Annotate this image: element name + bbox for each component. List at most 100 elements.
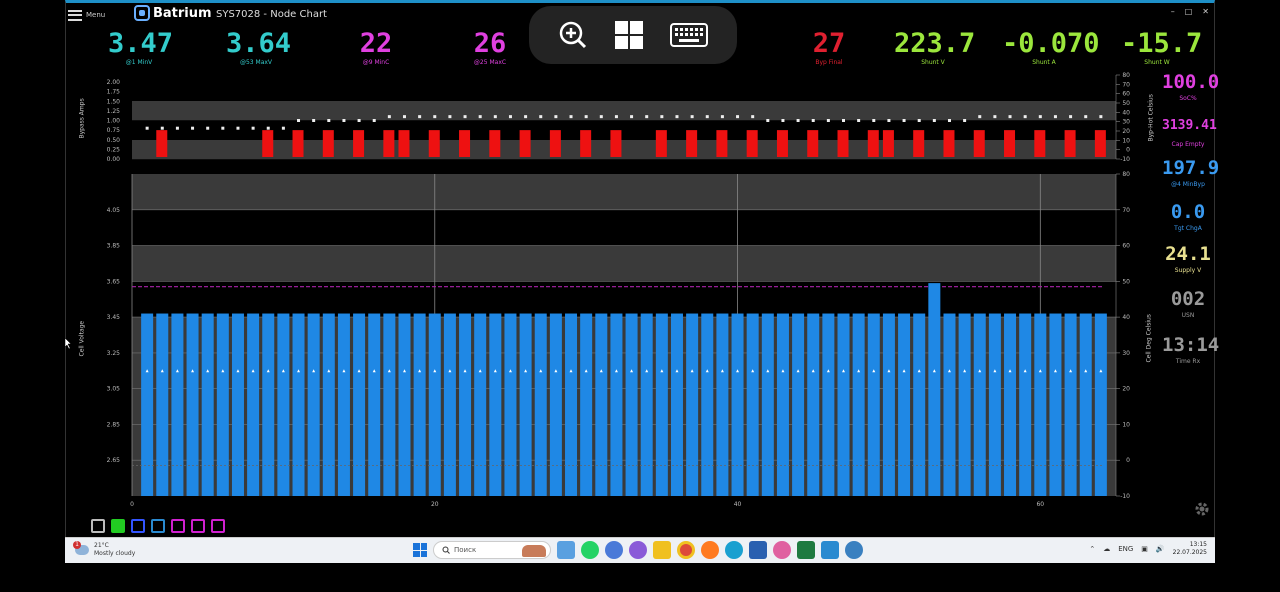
cell-voltage-bar-31: [595, 313, 608, 496]
cell-voltage-bar-42: [761, 313, 774, 496]
language-indicator[interactable]: ENG: [1118, 545, 1133, 553]
cell-voltage-bar-59: [1019, 313, 1032, 496]
cell-voltage-bar-34: [640, 313, 653, 496]
batrium-app-icon[interactable]: [653, 541, 671, 559]
gear-small-icon[interactable]: [131, 519, 145, 533]
cell-view-icon[interactable]: [91, 519, 105, 533]
bypass-rtick-1: 70: [1122, 81, 1130, 88]
edge-icon[interactable]: [725, 541, 743, 559]
bypass-amp-dot-12: [312, 119, 316, 122]
network-icon[interactable]: ▣: [1141, 545, 1148, 553]
voltage-ytick-6: 2.85: [107, 421, 121, 428]
bypass-amp-dot-48: [857, 119, 861, 122]
bypass-bar-cell-52: [913, 130, 925, 157]
mouse-cursor-icon: [64, 334, 72, 350]
cell-voltage-bar-6: [216, 313, 229, 496]
deg-rtick-5: 30: [1122, 350, 1130, 357]
cell-voltage-bar-21: [443, 313, 456, 496]
remote-app-icon[interactable]: [605, 541, 623, 559]
weather-widget[interactable]: 1 21°C Mostly cloudy: [73, 541, 135, 558]
bypass-amp-dot-39: [720, 115, 724, 119]
bypass-ytick-2: 1.50: [107, 98, 121, 105]
save-app-icon[interactable]: [749, 541, 767, 559]
bypass-amp-dot-22: [463, 115, 467, 119]
voltage-ytick-7: 2.65: [107, 457, 121, 464]
bypass-amp-dot-54: [947, 119, 951, 122]
bypass-amp-dot-11: [297, 119, 301, 122]
start-icon[interactable]: [413, 543, 427, 557]
bypass-ytick-7: 0.25: [107, 146, 121, 153]
search-box[interactable]: Поиск: [433, 541, 551, 559]
bypass-amp-dot-21: [448, 115, 452, 119]
cell-voltage-bar-45: [807, 313, 820, 496]
whatsapp-icon[interactable]: [581, 541, 599, 559]
cell-voltage-bar-28: [549, 313, 562, 496]
chevron-up-icon[interactable]: ⌃: [1089, 545, 1095, 553]
bypass-bar-cell-45: [807, 130, 819, 157]
bypass-bar-cell-15: [353, 130, 365, 157]
grid-icon-2[interactable]: [191, 519, 205, 533]
bypass-bar-cell-11: [292, 130, 304, 157]
card-icon[interactable]: [151, 519, 165, 533]
excel-icon[interactable]: [797, 541, 815, 559]
widgets-app-icon[interactable]: [557, 541, 575, 559]
bypass-amp-dot-53: [932, 119, 936, 122]
bypass-rtick-9: -10: [1120, 156, 1130, 163]
bypass-amp-dot-41: [751, 115, 755, 119]
cell-voltage-bar-3: [171, 313, 184, 496]
bypass-amp-dot-29: [569, 115, 573, 119]
bypass-amp-dot-56: [978, 115, 982, 119]
zoom-in-icon[interactable]: [558, 20, 588, 50]
cloud-tray-icon[interactable]: ☁: [1103, 545, 1110, 553]
cell-voltage-bar-57: [988, 313, 1001, 496]
grid-icon-1[interactable]: [171, 519, 185, 533]
bypass-amp-dot-60: [1038, 115, 1042, 119]
keyboard-icon[interactable]: [670, 20, 708, 50]
firefox-icon[interactable]: [701, 541, 719, 559]
node-charts: 2.00 1.75 1.50 1.25 1.00 0.75 0.50 0.25 0.00 80 70…: [107, 72, 1131, 508]
bypass-bar-cell-2: [156, 130, 168, 157]
cell-voltage-bar-54: [943, 313, 956, 496]
cell-xtick-1: 20: [431, 501, 439, 508]
cell-voltage-bar-33: [625, 313, 638, 496]
run-icon[interactable]: [111, 519, 125, 533]
chrome-icon[interactable]: [677, 541, 695, 559]
bypass-amp-dot-50: [887, 119, 891, 122]
bypass-amp-dot-2: [160, 126, 164, 130]
bypass-amp-dot-38: [705, 115, 709, 119]
bypass-rtick-6: 20: [1122, 128, 1130, 135]
bypass-bar-cell-28: [549, 130, 561, 157]
clock-date: 22.07.2025: [1172, 549, 1207, 556]
volume-icon[interactable]: 🔊: [1156, 545, 1165, 553]
cell-voltage-bar-4: [186, 313, 199, 496]
bypass-bar-cell-18: [398, 130, 410, 157]
cell-voltage-bar-50: [882, 313, 895, 496]
bypass-amp-dot-13: [327, 119, 331, 122]
cell-voltage-bar-30: [580, 313, 593, 496]
globe-app-icon[interactable]: [845, 541, 863, 559]
cell-voltage-bar-22: [459, 313, 472, 496]
tablet-app-icon[interactable]: [821, 541, 839, 559]
bypass-rtick-5: 30: [1122, 119, 1130, 126]
photos-icon[interactable]: [773, 541, 791, 559]
clock[interactable]: 13:15 22.07.2025: [1173, 541, 1207, 557]
bypass-bar-cell-32: [610, 130, 622, 157]
bypass-amp-dot-33: [630, 115, 634, 119]
cell-voltage-bar-29: [565, 313, 578, 496]
bypass-amp-dot-31: [599, 115, 603, 119]
grid-icon-3[interactable]: [211, 519, 225, 533]
windows-grid-icon[interactable]: [614, 20, 644, 50]
cell-voltage-bar-1: [141, 313, 154, 496]
bypass-amp-dot-19: [418, 115, 422, 119]
viber-icon[interactable]: [629, 541, 647, 559]
cell-voltage-bar-2: [156, 313, 169, 496]
bypass-amp-dot-45: [811, 119, 815, 122]
settings-gear-icon[interactable]: [1194, 501, 1210, 517]
cell-voltage-bar-18: [398, 313, 411, 496]
cell-voltage-bar-8: [247, 313, 260, 496]
cell-voltage-bar-20: [428, 313, 441, 496]
bypass-amp-dot-10: [281, 126, 285, 130]
cell-voltage-bar-17: [383, 313, 396, 496]
cell-voltage-bar-40: [731, 313, 744, 496]
bypass-amp-dot-16: [372, 119, 376, 122]
